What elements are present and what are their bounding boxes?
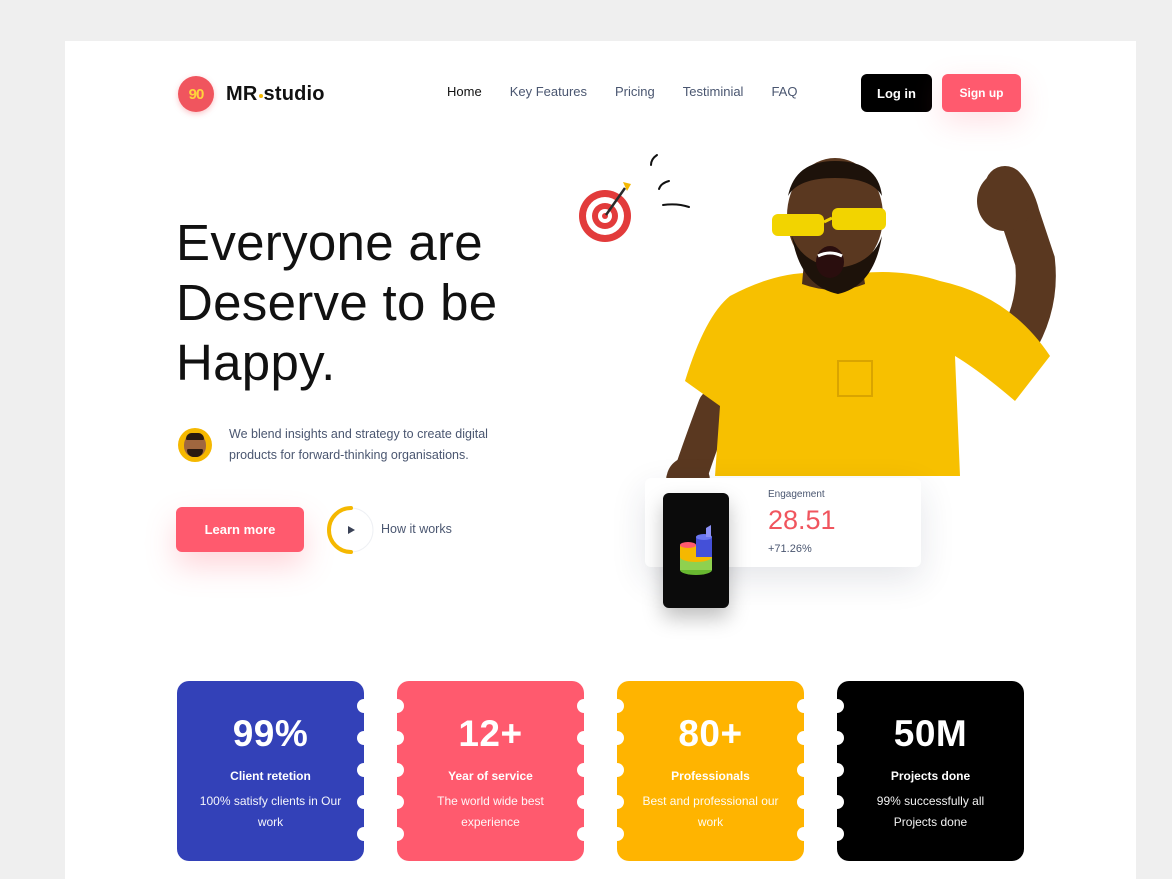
stat-label: Year of service bbox=[448, 769, 533, 783]
stat-card-year-of-service: 12+ Year of service The world wide best … bbox=[390, 681, 591, 861]
signup-button[interactable]: Sign up bbox=[942, 74, 1021, 112]
main-nav: Home Key Features Pricing Testiminial FA… bbox=[447, 84, 797, 99]
stat-number: 80+ bbox=[678, 713, 743, 754]
play-button[interactable] bbox=[323, 502, 379, 558]
engagement-label: Engagement bbox=[768, 489, 825, 500]
nav-home[interactable]: Home bbox=[447, 84, 482, 99]
stat-card-professionals: 80+ Professionals Best and professional … bbox=[610, 681, 811, 861]
avatar bbox=[178, 428, 212, 462]
ticket-notch bbox=[830, 699, 844, 713]
ticket-notch bbox=[390, 827, 404, 841]
hero-description: We blend insights and strategy to create… bbox=[229, 427, 488, 462]
logo-icon: 90 bbox=[178, 76, 214, 112]
nav-testimonial[interactable]: Testiminial bbox=[683, 84, 744, 99]
ticket-notch bbox=[797, 827, 811, 841]
stat-number: 50M bbox=[893, 713, 968, 754]
ticket-notch bbox=[830, 731, 844, 745]
chart-cylinder-icon bbox=[680, 525, 712, 575]
stat-subtext: The world wide best experience bbox=[437, 794, 544, 829]
stat-number: 12+ bbox=[458, 713, 523, 754]
ticket-notch bbox=[830, 763, 844, 777]
ticket-notch bbox=[577, 763, 591, 777]
ticket-notch bbox=[357, 731, 371, 745]
ticket-notch bbox=[577, 699, 591, 713]
ticket-notch bbox=[610, 699, 624, 713]
ticket-notch bbox=[610, 827, 624, 841]
stat-subtext: 100% satisfy clients in Our work bbox=[199, 794, 342, 829]
nav-pricing[interactable]: Pricing bbox=[615, 84, 655, 99]
ticket-notch bbox=[357, 795, 371, 809]
ticket-notch bbox=[610, 763, 624, 777]
avatar-face-icon bbox=[184, 433, 206, 457]
nav-key-features[interactable]: Key Features bbox=[510, 84, 587, 99]
stat-label: Professionals bbox=[671, 769, 750, 783]
ticket-notch bbox=[797, 763, 811, 777]
ticket-notch bbox=[577, 731, 591, 745]
brand-name: MR studio bbox=[226, 82, 325, 105]
engagement-change: +71.26% bbox=[768, 543, 812, 555]
how-it-works-link[interactable]: How it works bbox=[381, 522, 452, 536]
ticket-notch bbox=[797, 731, 811, 745]
stat-label: Projects done bbox=[890, 769, 971, 783]
ticket-notch bbox=[357, 699, 371, 713]
landing-page: 90 MR studio Home Key Features Pricing Te… bbox=[65, 41, 1136, 879]
ticket-notch bbox=[830, 795, 844, 809]
login-button[interactable]: Log in bbox=[861, 74, 932, 112]
brand-dot bbox=[258, 93, 263, 98]
ticket-notch bbox=[610, 795, 624, 809]
ticket-notch bbox=[830, 827, 844, 841]
ticket-notch bbox=[390, 699, 404, 713]
stat-label: Client retetion bbox=[230, 769, 311, 783]
ticket-notch bbox=[357, 827, 371, 841]
ticket-notch bbox=[610, 731, 624, 745]
learn-more-button[interactable]: Learn more bbox=[176, 507, 304, 552]
stat-card-client-retention: 99% Client retetion 100% satisfy clients… bbox=[177, 681, 371, 861]
ticket-notch bbox=[797, 795, 811, 809]
ticket-notch bbox=[577, 827, 591, 841]
nav-faq[interactable]: FAQ bbox=[771, 84, 797, 99]
phone-mockup bbox=[663, 493, 729, 608]
brand-logo[interactable]: 90 MR studio bbox=[178, 76, 325, 112]
ticket-notch bbox=[577, 795, 591, 809]
ticket-notch bbox=[390, 731, 404, 745]
stat-subtext: 99% successfully all Projects done bbox=[876, 794, 985, 829]
stat-number: 99% bbox=[232, 713, 309, 754]
hero-title: Everyone are Deserve to be Happy. bbox=[176, 214, 498, 391]
ticket-notch bbox=[357, 763, 371, 777]
stat-subtext: Best and professional our work bbox=[642, 794, 779, 829]
engagement-value: 28.51 bbox=[768, 505, 836, 535]
ticket-notch bbox=[390, 795, 404, 809]
ticket-notch bbox=[797, 699, 811, 713]
stat-card-projects-done: 50M Projects done 99% successfully all P… bbox=[830, 681, 1024, 861]
ticket-notch bbox=[390, 763, 404, 777]
